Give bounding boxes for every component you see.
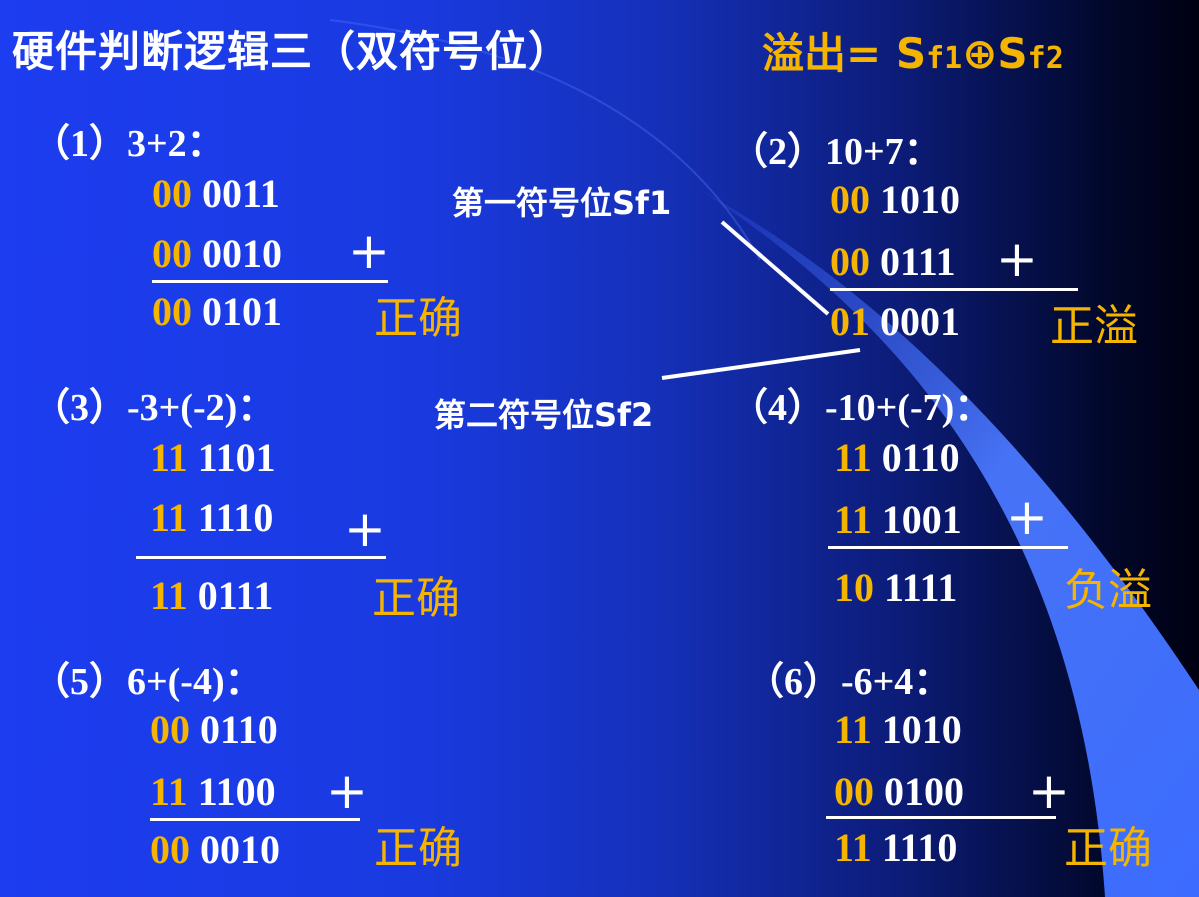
example-1-sum: 00 0101 <box>152 288 282 335</box>
sign-bits: 00 <box>834 769 874 814</box>
example-1-row-2: 00 0010 <box>152 230 282 277</box>
example-3-row-2: 11 1110 <box>150 494 273 541</box>
sum-rule <box>150 818 360 821</box>
value-bits: 1100 <box>187 769 276 814</box>
example-1-label: （1）3+2： <box>32 123 225 165</box>
sum-rule <box>826 816 1056 819</box>
sf2-pointer-line <box>661 348 861 380</box>
value-bits: 1111 <box>874 565 958 610</box>
value-bits: 0010 <box>190 827 280 872</box>
sign-bits: 01 <box>830 299 870 344</box>
example-6-row-2: 00 0100 <box>834 768 964 815</box>
value-bits: 1110 <box>871 825 958 870</box>
sign-bits: 11 <box>834 707 872 752</box>
value-bits: 0100 <box>874 769 964 814</box>
slide: 硬件判断逻辑三（双符号位） 溢出= Sf1⊕Sf2 第一符号位Sf1 第二符号位… <box>0 0 1199 897</box>
annotation-sf2: 第二符号位Sf2 <box>434 396 654 434</box>
sign-bits: 11 <box>834 825 872 870</box>
example-2-result: 正溢 <box>1050 301 1138 352</box>
sum-rule <box>136 556 386 559</box>
example-6-row-1: 11 1010 <box>834 706 962 753</box>
value-bits: 0101 <box>192 289 282 334</box>
value-bits: 1010 <box>870 177 960 222</box>
sf1-pointer-line <box>720 220 830 316</box>
sum-rule <box>828 546 1068 549</box>
example-5-sum: 00 0010 <box>150 826 280 873</box>
sign-bits: 11 <box>834 497 872 542</box>
plus-sign: + <box>344 500 386 558</box>
value-bits: 0110 <box>190 707 278 752</box>
example-6-sum: 11 1110 <box>834 824 957 871</box>
sign-bits: 11 <box>150 495 188 540</box>
example-2-row-2: 00 0111 <box>830 238 956 285</box>
sign-bits: 11 <box>834 435 872 480</box>
example-6-label: （6）-6+4： <box>746 661 952 703</box>
sign-bits: 00 <box>152 171 192 216</box>
value-bits: 0111 <box>870 239 956 284</box>
example-3-label: （3）-3+(-2)： <box>32 387 276 429</box>
example-6-result: 正确 <box>1064 823 1152 874</box>
sign-bits: 00 <box>830 239 870 284</box>
example-5-row-2: 11 1100 <box>150 768 276 815</box>
sign-bits: 00 <box>150 707 190 752</box>
sum-rule <box>152 280 388 283</box>
plus-sign: + <box>996 230 1038 288</box>
plus-sign: + <box>1028 762 1070 820</box>
sign-bits: 11 <box>150 769 188 814</box>
example-4-sum: 10 1111 <box>834 564 957 611</box>
annotation-sf1: 第一符号位Sf1 <box>452 184 672 222</box>
example-5-label: （5）6+(-4)： <box>32 661 263 703</box>
example-4-row-1: 11 0110 <box>834 434 960 481</box>
example-1-row-1: 00 0011 <box>152 170 280 217</box>
value-bits: 0001 <box>870 299 960 344</box>
sign-bits: 00 <box>830 177 870 222</box>
sum-rule <box>830 288 1078 291</box>
sign-bits: 00 <box>152 289 192 334</box>
value-bits: 1010 <box>871 707 962 752</box>
example-5-result: 正确 <box>374 823 462 874</box>
value-bits: 1101 <box>187 435 276 480</box>
sign-bits: 00 <box>150 827 190 872</box>
plus-sign: + <box>326 762 368 820</box>
example-4-label: （4）-10+(-7)： <box>730 387 993 429</box>
value-bits: 0011 <box>192 171 280 216</box>
example-2-label: （2）10+7： <box>730 131 942 173</box>
value-bits: 0111 <box>187 573 274 618</box>
value-bits: 0110 <box>871 435 960 480</box>
sign-bits: 10 <box>834 565 874 610</box>
value-bits: 1110 <box>187 495 274 540</box>
example-3-row-1: 11 1101 <box>150 434 276 481</box>
example-3-sum: 11 0111 <box>150 572 273 619</box>
example-2-sum: 01 0001 <box>830 298 960 345</box>
example-4-row-2: 11 1001 <box>834 496 962 543</box>
sign-bits: 00 <box>152 231 192 276</box>
example-3-result: 正确 <box>372 573 460 624</box>
value-bits: 0010 <box>192 231 282 276</box>
plus-sign: + <box>1006 488 1048 546</box>
plus-sign: + <box>348 222 390 280</box>
example-1-result: 正确 <box>374 293 462 344</box>
value-bits: 1001 <box>871 497 962 542</box>
sign-bits: 11 <box>150 573 188 618</box>
sign-bits: 11 <box>150 435 188 480</box>
example-5-row-1: 00 0110 <box>150 706 278 753</box>
example-2-row-1: 00 1010 <box>830 176 960 223</box>
example-4-result: 负溢 <box>1064 565 1152 616</box>
